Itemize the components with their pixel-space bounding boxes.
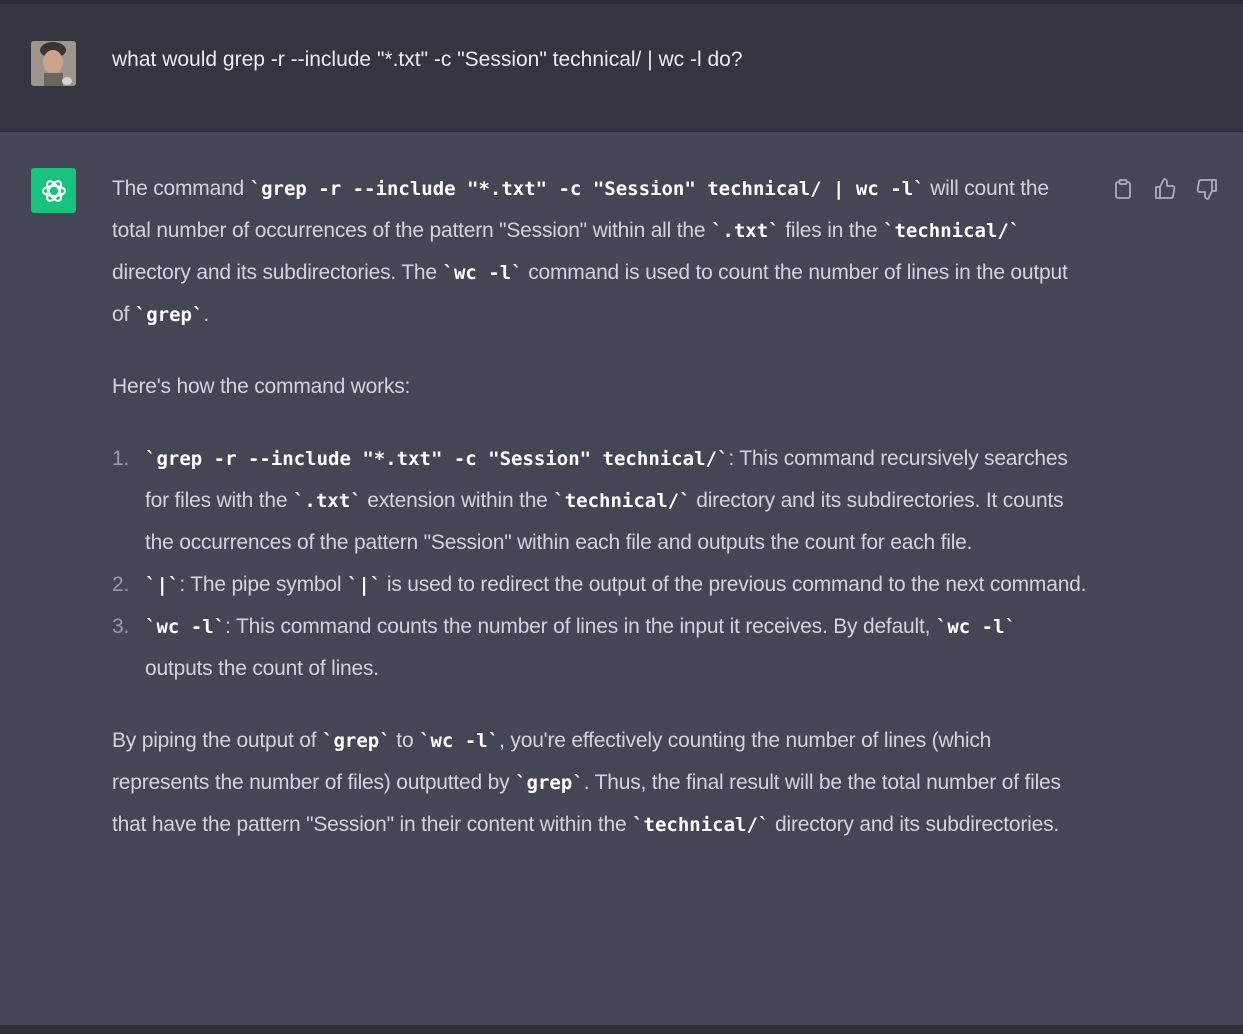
paragraph-conclusion: By piping the output of `grep` to `wc -l… — [112, 720, 1087, 846]
paragraph-how-it-works: Here's how the command works: — [112, 375, 411, 398]
user-message-row: what would grep -r --include "*.txt" -c … — [0, 4, 1243, 132]
inline-code: `wc -l` — [935, 616, 1016, 638]
text-span: The command — [112, 177, 250, 200]
assistant-message-row: The command `grep -r --include "*.txt" -… — [0, 132, 1243, 1025]
message-actions — [1108, 174, 1222, 204]
inline-code: `wc -l` — [442, 262, 523, 284]
inline-code: `|` — [145, 574, 180, 596]
inline-code: `grep` — [134, 304, 204, 326]
inline-code: `grep -r --include "*.txt" -c "Session" … — [249, 178, 925, 200]
text-span: directory and its subdirectories. The — [112, 261, 443, 284]
inline-code: `wc -l` — [419, 730, 500, 752]
openai-logo-icon — [41, 179, 66, 202]
assistant-message-content: The command `grep -r --include "*.txt" -… — [112, 168, 1087, 846]
text-span: extension within the — [361, 489, 554, 512]
inline-code: `grep -r --include "*.txt" -c "Session" … — [145, 448, 729, 470]
inline-code: `wc -l` — [145, 616, 226, 638]
inline-code: `|` — [346, 574, 382, 596]
user-avatar-image — [31, 41, 76, 86]
user-message-text: what would grep -r --include "*.txt" -c … — [112, 48, 743, 71]
chatgpt-logo-icon — [31, 168, 76, 213]
text-span: is used to redirect the output of the pr… — [381, 573, 1087, 596]
text-span: . — [203, 303, 210, 326]
list-item: 2. `|`: The pipe symbol `|` is used to re… — [112, 564, 1087, 606]
list-number: 2. — [112, 573, 130, 596]
text-span: outputs the count of lines. — [145, 657, 379, 680]
inline-code: `.txt` — [710, 220, 780, 242]
text-span: : This command counts the number of line… — [225, 615, 936, 638]
thumbs-up-button[interactable] — [1150, 174, 1180, 204]
thumbs-up-icon — [1155, 178, 1176, 199]
inline-code: `technical/` — [883, 220, 1021, 242]
inline-code: `technical/` — [632, 814, 770, 836]
user-avatar — [31, 41, 76, 86]
paragraph-intro: The command `grep -r --include "*.txt" -… — [112, 168, 1087, 336]
steps-list: 1. `grep -r --include "*.txt" -c "Session… — [112, 438, 1087, 690]
inline-code: `grep` — [515, 772, 584, 794]
list-item: 3. `wc -l`: This command counts the numbe… — [112, 606, 1087, 690]
text-span: By piping the output of — [112, 729, 323, 752]
clipboard-icon — [1115, 179, 1131, 199]
thumbs-down-icon — [1196, 179, 1217, 200]
text-span: directory and its subdirectories. — [769, 813, 1060, 836]
list-number: 1. — [112, 447, 130, 470]
text-span: to — [390, 729, 420, 752]
inline-code: `technical/` — [553, 490, 691, 512]
inline-code: `.txt` — [292, 490, 362, 512]
list-number: 3. — [112, 615, 130, 638]
text-span: files in the — [779, 219, 884, 242]
list-item: 1. `grep -r --include "*.txt" -c "Session… — [112, 438, 1087, 564]
text-span: : The pipe symbol — [179, 573, 347, 596]
thumbs-down-button[interactable] — [1192, 174, 1222, 204]
inline-code: `grep` — [322, 730, 391, 752]
copy-button[interactable] — [1108, 174, 1138, 204]
bottom-bar — [0, 1025, 1243, 1034]
